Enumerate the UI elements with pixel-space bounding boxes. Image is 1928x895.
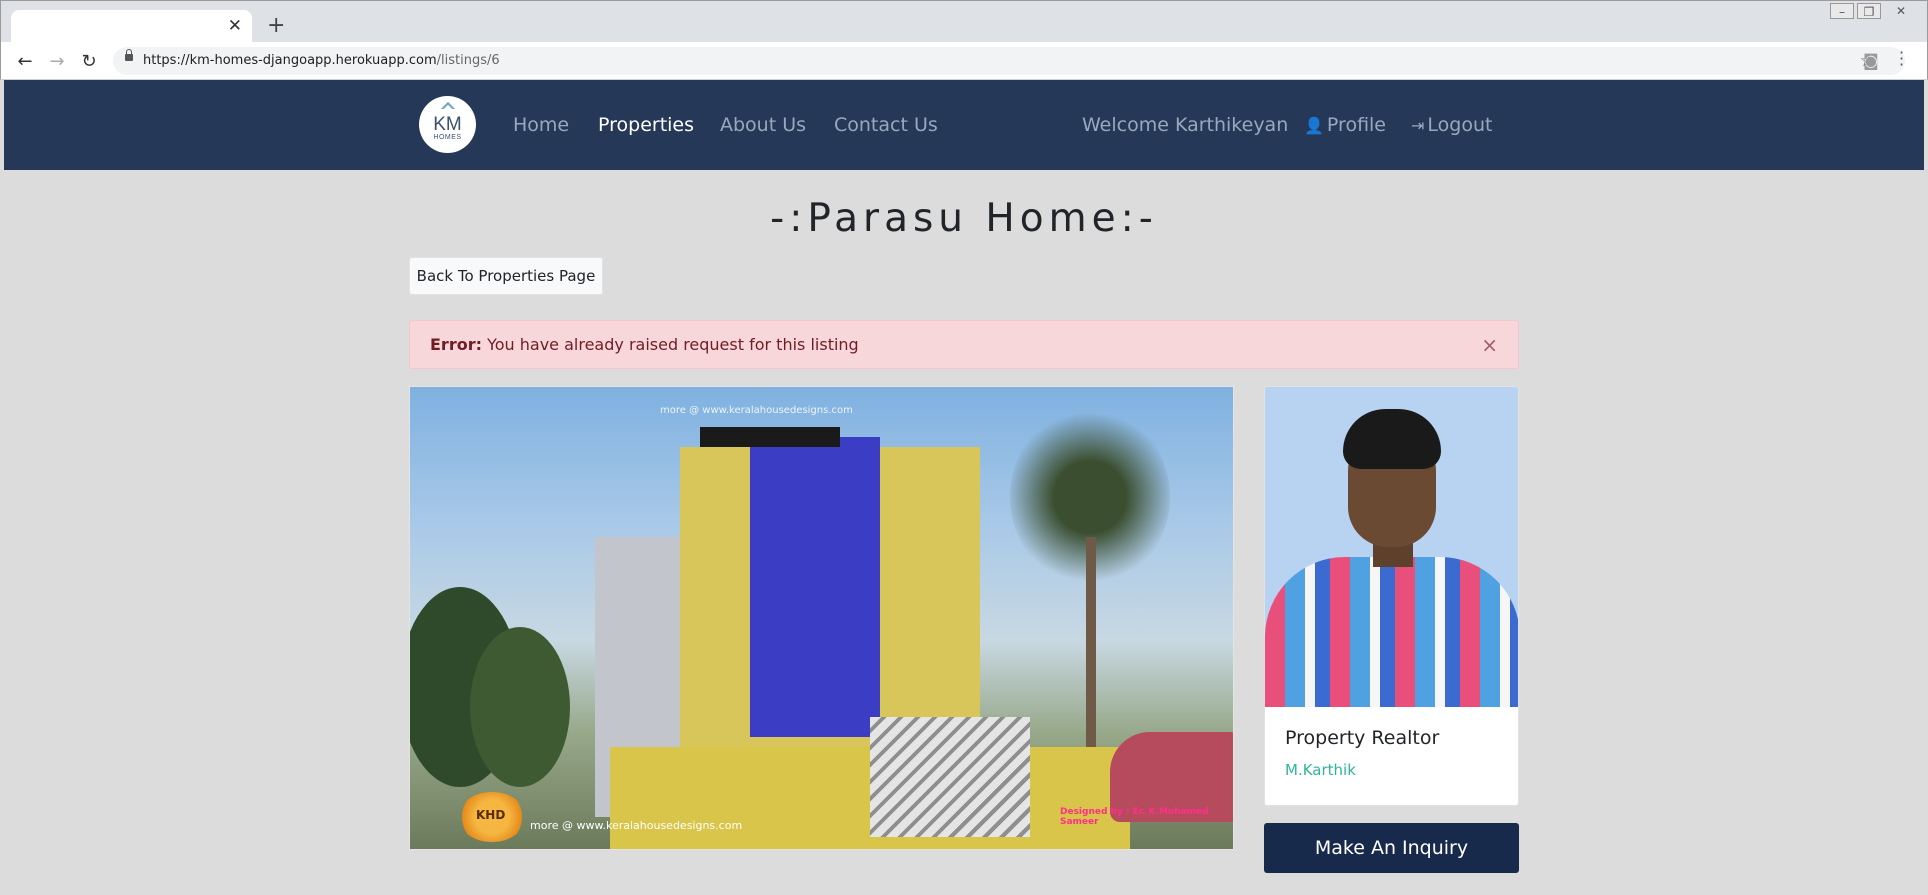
logo-text: KM <box>433 114 462 135</box>
back-to-properties-button[interactable]: Back To Properties Page <box>409 257 603 295</box>
user-icon: 👤 <box>1304 116 1324 135</box>
browser-tab[interactable]: ✕ <box>11 10 252 43</box>
tree-shape <box>470 627 570 787</box>
back-arrow-icon[interactable]: ← <box>15 51 35 72</box>
nav-link-contact[interactable]: Contact Us <box>834 114 938 136</box>
url-text: https://km-homes-djangoapp.herokuapp.com… <box>143 53 500 68</box>
shirt-shape <box>1265 557 1518 707</box>
listing-main-image: KHD more @ www.keralahousedesigns.com mo… <box>409 386 1234 850</box>
camera-icon[interactable]: ◙ <box>1863 51 1879 70</box>
nav-link-profile[interactable]: 👤 Profile <box>1304 114 1386 136</box>
logo-subtext: HOMES <box>433 134 462 141</box>
address-bar: ← → ↻ https://km-homes-djangoapp.herokua… <box>0 42 1928 80</box>
window-close-icon[interactable]: ✕ <box>1889 3 1913 19</box>
tab-close-icon[interactable]: ✕ <box>228 16 242 36</box>
browser-tabstrip: ✕ + – ❐ ✕ <box>0 0 1928 43</box>
realtor-role: Property Realtor <box>1285 727 1440 749</box>
realtor-name: M.Karthik <box>1285 761 1356 779</box>
alert-message: Error: You have already raised request f… <box>430 335 859 354</box>
reload-icon[interactable]: ↻ <box>79 51 99 72</box>
menu-dots-icon[interactable]: · · · <box>1899 45 1904 73</box>
page-title: -:Parasu Home:- <box>770 196 1158 241</box>
new-tab-icon[interactable]: + <box>267 13 285 38</box>
nav-link-properties[interactable]: Properties <box>598 114 694 136</box>
designer-credit: Designed by : Er. K.Mohamed Sameer <box>1060 807 1209 827</box>
make-inquiry-button[interactable]: Make An Inquiry <box>1264 823 1519 873</box>
watermark-top: more @ www.keralahousedesigns.com <box>660 405 853 416</box>
sign-out-icon: ⇥ <box>1411 116 1425 135</box>
alert-close-icon[interactable]: × <box>1481 333 1498 357</box>
khd-logo: KHD <box>458 792 526 842</box>
house-roof <box>700 427 840 447</box>
gate <box>870 717 1030 837</box>
site-logo[interactable]: KM HOMES <box>419 96 476 153</box>
welcome-text: Welcome Karthikeyan <box>1082 114 1289 136</box>
forward-arrow-icon[interactable]: → <box>47 51 67 72</box>
realtor-photo <box>1265 387 1518 707</box>
realtor-card: Property Realtor M.Karthik <box>1264 386 1519 806</box>
watermark-bottom: more @ www.keralahousedesigns.com <box>530 819 743 832</box>
restore-icon[interactable]: ❐ <box>1857 3 1881 19</box>
minimize-icon[interactable]: – <box>1830 3 1854 19</box>
url-field[interactable]: https://km-homes-djangoapp.herokuapp.com… <box>113 47 1905 75</box>
nav-link-about[interactable]: About Us <box>720 114 806 136</box>
hair-shape <box>1343 409 1441 469</box>
nav-link-home[interactable]: Home <box>513 114 569 136</box>
house-blue-section <box>750 437 880 737</box>
site-navbar: KM HOMES Home Properties About Us Contac… <box>4 80 1924 170</box>
error-alert: Error: You have already raised request f… <box>409 320 1519 369</box>
lock-icon <box>125 49 133 61</box>
nav-link-logout[interactable]: ⇥ Logout <box>1411 114 1492 136</box>
